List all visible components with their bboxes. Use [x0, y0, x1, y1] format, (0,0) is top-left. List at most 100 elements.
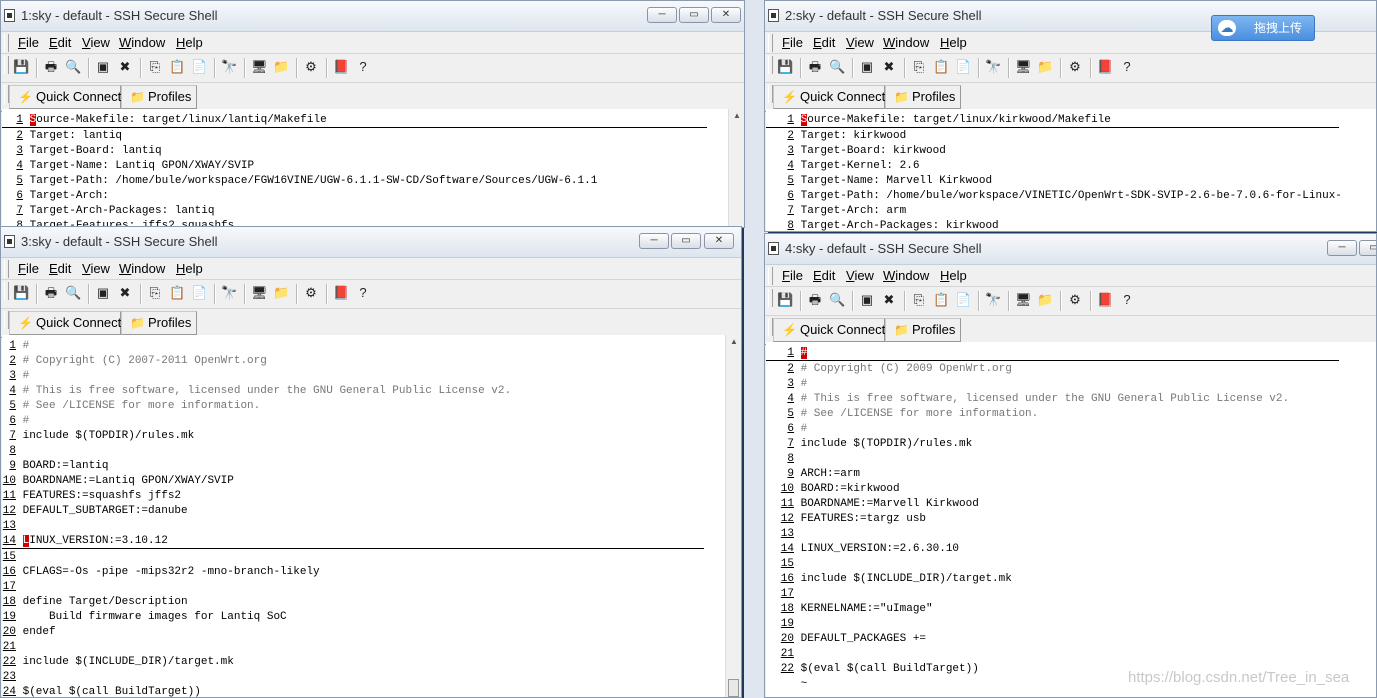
keys-icon[interactable]: ⚙ — [1067, 59, 1083, 75]
menu-edit[interactable]: Edit — [49, 261, 71, 276]
help-book-icon[interactable]: 📕 — [1097, 59, 1113, 75]
menu-view[interactable]: View — [82, 35, 110, 50]
quick-connect-button[interactable]: ⚡ Quick Connect — [9, 85, 121, 109]
menu-help[interactable]: Help — [176, 35, 203, 50]
drag-upload-button[interactable]: ☁ 拖拽上传 — [1211, 15, 1315, 41]
toolbar-grip[interactable] — [768, 56, 773, 74]
file-transfer-icon[interactable]: 📁 — [273, 285, 289, 301]
print-icon[interactable]: 🖶 — [807, 292, 823, 308]
menu-help[interactable]: Help — [940, 35, 967, 50]
paste-selection-icon[interactable]: 📄 — [955, 292, 971, 308]
menu-window[interactable]: Window — [883, 268, 929, 283]
menu-edit[interactable]: Edit — [49, 35, 71, 50]
terminal-output[interactable]: 1 #2 # Copyright (C) 2007-2011 OpenWrt.o… — [2, 335, 725, 697]
menu-help[interactable]: Help — [176, 261, 203, 276]
profiles-button[interactable]: 📁 Profiles — [121, 311, 197, 335]
toolbar-grip[interactable] — [4, 282, 9, 300]
save-icon[interactable]: 💾 — [777, 292, 793, 308]
profiles-button[interactable]: 📁 Profiles — [121, 85, 197, 109]
file-transfer-icon[interactable]: 📁 — [1037, 292, 1053, 308]
disconnect-icon[interactable]: ✖ — [881, 292, 897, 308]
settings-icon[interactable]: 🖥 — [1015, 292, 1032, 308]
new-terminal-icon[interactable]: ▣ — [859, 292, 875, 308]
close-button[interactable]: ✕ — [711, 7, 741, 23]
help-book-icon[interactable]: 📕 — [333, 59, 349, 75]
find-icon[interactable]: 🔭 — [221, 59, 237, 75]
copy-icon[interactable]: ⎘ — [911, 59, 927, 75]
print-preview-icon[interactable]: 🔍 — [65, 59, 81, 75]
print-preview-icon[interactable]: 🔍 — [829, 292, 845, 308]
settings-icon[interactable]: 🖥 — [251, 285, 268, 301]
ssh-window-1[interactable]: 1:sky - default - SSH Secure Shell ─ ▭ ✕… — [0, 0, 745, 228]
find-icon[interactable]: 🔭 — [985, 292, 1001, 308]
minimize-button[interactable]: ─ — [639, 233, 669, 249]
paste-selection-icon[interactable]: 📄 — [191, 285, 207, 301]
new-terminal-icon[interactable]: ▣ — [859, 59, 875, 75]
menu-view[interactable]: View — [846, 35, 874, 50]
menu-grip[interactable] — [768, 267, 773, 285]
paste-selection-icon[interactable]: 📄 — [955, 59, 971, 75]
settings-icon[interactable]: 🖥 — [251, 59, 268, 75]
help-book-icon[interactable]: 📕 — [1097, 292, 1113, 308]
whats-this-icon[interactable]: ? — [1119, 59, 1135, 75]
terminal-output[interactable]: 1 Source-Makefile: target/linux/lantiq/M… — [2, 109, 728, 227]
maximize-button[interactable]: ▭ — [671, 233, 701, 249]
paste-icon[interactable]: 📋 — [933, 292, 949, 308]
file-transfer-icon[interactable]: 📁 — [1037, 59, 1053, 75]
save-icon[interactable]: 💾 — [13, 285, 29, 301]
vertical-scrollbar[interactable]: ▲ — [725, 335, 741, 697]
menu-window[interactable]: Window — [883, 35, 929, 50]
disconnect-icon[interactable]: ✖ — [117, 285, 133, 301]
menu-file[interactable]: File — [782, 35, 803, 50]
terminal-output[interactable]: 1 #2 # Copyright (C) 2009 OpenWrt.org 3 #… — [766, 342, 1376, 697]
scroll-thumb[interactable] — [728, 679, 739, 697]
whats-this-icon[interactable]: ? — [355, 285, 371, 301]
menu-file[interactable]: File — [782, 268, 803, 283]
quick-connect-button[interactable]: ⚡ Quick Connect — [773, 85, 885, 109]
save-icon[interactable]: 💾 — [777, 59, 793, 75]
profiles-button[interactable]: 📁 Profiles — [885, 318, 961, 342]
paste-icon[interactable]: 📋 — [169, 285, 185, 301]
paste-icon[interactable]: 📋 — [933, 59, 949, 75]
paste-icon[interactable]: 📋 — [169, 59, 185, 75]
find-icon[interactable]: 🔭 — [221, 285, 237, 301]
whats-this-icon[interactable]: ? — [1119, 292, 1135, 308]
print-icon[interactable]: 🖶 — [807, 59, 823, 75]
terminal-output[interactable]: 1 Source-Makefile: target/linux/kirkwood… — [766, 109, 1376, 231]
help-book-icon[interactable]: 📕 — [333, 285, 349, 301]
profiles-button[interactable]: 📁 Profiles — [885, 85, 961, 109]
menu-help[interactable]: Help — [940, 268, 967, 283]
keys-icon[interactable]: ⚙ — [1067, 292, 1083, 308]
menu-file[interactable]: File — [18, 35, 39, 50]
menu-grip[interactable] — [4, 260, 9, 278]
copy-icon[interactable]: ⎘ — [147, 59, 163, 75]
title-bar[interactable]: 3:sky - default - SSH Secure Shell ─ ▭ ✕ — [1, 227, 741, 258]
toolbar-grip[interactable] — [768, 289, 773, 307]
menu-window[interactable]: Window — [119, 261, 165, 276]
menu-view[interactable]: View — [846, 268, 874, 283]
maximize-button[interactable]: ▭ — [679, 7, 709, 23]
menu-file[interactable]: File — [18, 261, 39, 276]
save-icon[interactable]: 💾 — [13, 59, 29, 75]
scroll-up-arrow[interactable]: ▲ — [729, 111, 744, 120]
print-icon[interactable]: 🖶 — [43, 285, 59, 301]
ssh-window-4[interactable]: 4:sky - default - SSH Secure Shell ─ ▭ F… — [764, 233, 1377, 698]
paste-selection-icon[interactable]: 📄 — [191, 59, 207, 75]
menu-grip[interactable] — [4, 34, 9, 52]
whats-this-icon[interactable]: ? — [355, 59, 371, 75]
print-preview-icon[interactable]: 🔍 — [65, 285, 81, 301]
copy-icon[interactable]: ⎘ — [911, 292, 927, 308]
keys-icon[interactable]: ⚙ — [303, 59, 319, 75]
menu-window[interactable]: Window — [119, 35, 165, 50]
ssh-window-3[interactable]: 3:sky - default - SSH Secure Shell ─ ▭ ✕… — [0, 226, 742, 698]
settings-icon[interactable]: 🖥 — [1015, 59, 1032, 75]
title-bar[interactable]: 1:sky - default - SSH Secure Shell ─ ▭ ✕ — [1, 1, 744, 32]
new-terminal-icon[interactable]: ▣ — [95, 285, 111, 301]
print-icon[interactable]: 🖶 — [43, 59, 59, 75]
scroll-up-arrow[interactable]: ▲ — [726, 337, 741, 346]
menu-grip[interactable] — [768, 34, 773, 52]
menu-view[interactable]: View — [82, 261, 110, 276]
file-transfer-icon[interactable]: 📁 — [273, 59, 289, 75]
vertical-scrollbar[interactable]: ▲ — [728, 109, 744, 227]
maximize-button[interactable]: ▭ — [1359, 240, 1376, 256]
